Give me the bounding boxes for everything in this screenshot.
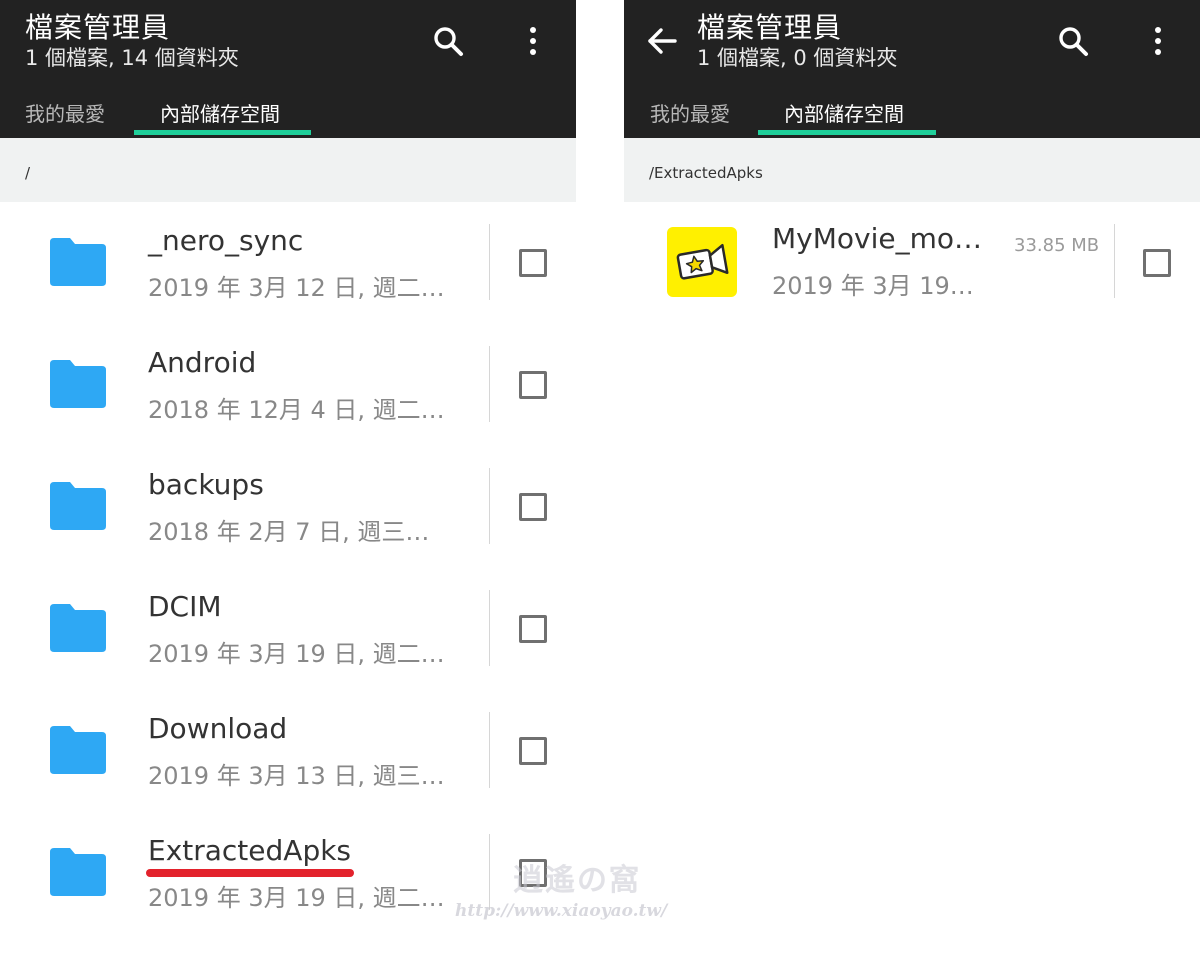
app-subtitle: 1 個檔案, 0 個資料夾 bbox=[697, 46, 898, 70]
watermark-url: http://www.xiaoyao.tw/ bbox=[455, 901, 668, 921]
item-date: 2019 年 3月 13 日, 週三… bbox=[148, 762, 445, 790]
more-options-button[interactable] bbox=[1134, 17, 1182, 65]
list-item[interactable]: MyMovie_mo… 2019 年 3月 19… 33.85 MB bbox=[624, 202, 1200, 324]
item-date: 2019 年 3月 19 日, 週二… bbox=[148, 884, 445, 912]
list-item[interactable]: backups 2018 年 2月 7 日, 週三… bbox=[0, 446, 576, 568]
more-options-button[interactable] bbox=[509, 17, 557, 65]
search-button[interactable] bbox=[1049, 17, 1097, 65]
list-item[interactable]: Download 2019 年 3月 13 日, 週三… bbox=[0, 690, 576, 812]
file-manager-folder-screen: 檔案管理員 1 個檔案, 0 個資料夾 我的最愛 內部儲存空間 /Extract… bbox=[624, 0, 1200, 961]
folder-icon bbox=[50, 848, 106, 896]
folder-icon bbox=[50, 604, 106, 652]
divider bbox=[489, 468, 490, 544]
divider bbox=[1114, 224, 1115, 298]
item-date: 2019 年 3月 12 日, 週二… bbox=[148, 274, 445, 302]
back-button[interactable] bbox=[638, 17, 686, 65]
list-item[interactable]: _nero_sync 2019 年 3月 12 日, 週二… bbox=[0, 202, 576, 324]
item-name: DCIM bbox=[148, 590, 222, 623]
select-checkbox[interactable] bbox=[1143, 249, 1171, 277]
item-date: 2019 年 3月 19… bbox=[772, 272, 974, 300]
app-title: 檔案管理員 bbox=[697, 11, 843, 44]
item-date: 2018 年 2月 7 日, 週三… bbox=[148, 518, 430, 546]
item-name: Android bbox=[148, 346, 257, 379]
select-checkbox[interactable] bbox=[519, 737, 547, 765]
divider bbox=[489, 834, 490, 910]
list-item[interactable]: DCIM 2019 年 3月 19 日, 週二… bbox=[0, 568, 576, 690]
breadcrumb-path: /ExtractedApks bbox=[649, 164, 763, 182]
tab-favorites[interactable]: 我的最愛 bbox=[650, 98, 730, 127]
divider bbox=[489, 346, 490, 422]
divider bbox=[489, 712, 490, 788]
breadcrumb[interactable]: / bbox=[0, 138, 576, 202]
app-subtitle: 1 個檔案, 14 個資料夾 bbox=[25, 46, 239, 70]
list-item[interactable]: Android 2018 年 12月 4 日, 週二… bbox=[0, 324, 576, 446]
item-date: 2018 年 12月 4 日, 週二… bbox=[148, 396, 445, 424]
item-name: _nero_sync bbox=[148, 224, 304, 257]
active-tab-indicator bbox=[758, 130, 936, 135]
breadcrumb-path: / bbox=[25, 164, 31, 182]
select-checkbox[interactable] bbox=[519, 371, 547, 399]
arrow-back-icon bbox=[648, 28, 677, 54]
folder-icon bbox=[50, 238, 106, 286]
watermark-logo: 逍遙の窩 bbox=[513, 863, 641, 898]
item-name: backups bbox=[148, 468, 264, 501]
search-button[interactable] bbox=[424, 17, 472, 65]
file-size: 33.85 MB bbox=[1014, 235, 1100, 256]
folder-icon bbox=[50, 482, 106, 530]
item-date: 2019 年 3月 19 日, 週二… bbox=[148, 640, 445, 668]
item-name: Download bbox=[148, 712, 288, 745]
tab-internal-storage[interactable]: 內部儲存空間 bbox=[160, 98, 280, 127]
active-tab-indicator bbox=[134, 130, 311, 135]
tab-favorites[interactable]: 我的最愛 bbox=[25, 98, 105, 127]
app-title: 檔案管理員 bbox=[25, 11, 171, 44]
app-bar: 檔案管理員 1 個檔案, 14 個資料夾 我的最愛 內部儲存空間 bbox=[0, 0, 576, 138]
item-name: MyMovie_mo… bbox=[772, 222, 982, 255]
file-manager-root-screen: 檔案管理員 1 個檔案, 14 個資料夾 我的最愛 內部儲存空間 / _nero… bbox=[0, 0, 576, 961]
select-checkbox[interactable] bbox=[519, 493, 547, 521]
search-icon bbox=[1059, 27, 1088, 56]
more-vert-icon bbox=[1155, 27, 1161, 55]
search-icon bbox=[434, 27, 463, 56]
divider bbox=[489, 590, 490, 666]
more-vert-icon bbox=[530, 27, 536, 55]
folder-icon bbox=[50, 726, 106, 774]
select-checkbox[interactable] bbox=[519, 249, 547, 277]
app-bar: 檔案管理員 1 個檔案, 0 個資料夾 我的最愛 內部儲存空間 bbox=[624, 0, 1200, 138]
select-checkbox[interactable] bbox=[519, 615, 547, 643]
item-name: ExtractedApks bbox=[148, 834, 352, 867]
highlight-underline bbox=[146, 869, 354, 877]
tab-internal-storage[interactable]: 內部儲存空間 bbox=[784, 98, 904, 127]
divider bbox=[489, 224, 490, 300]
breadcrumb[interactable]: /ExtractedApks bbox=[624, 138, 1200, 202]
folder-icon bbox=[50, 360, 106, 408]
